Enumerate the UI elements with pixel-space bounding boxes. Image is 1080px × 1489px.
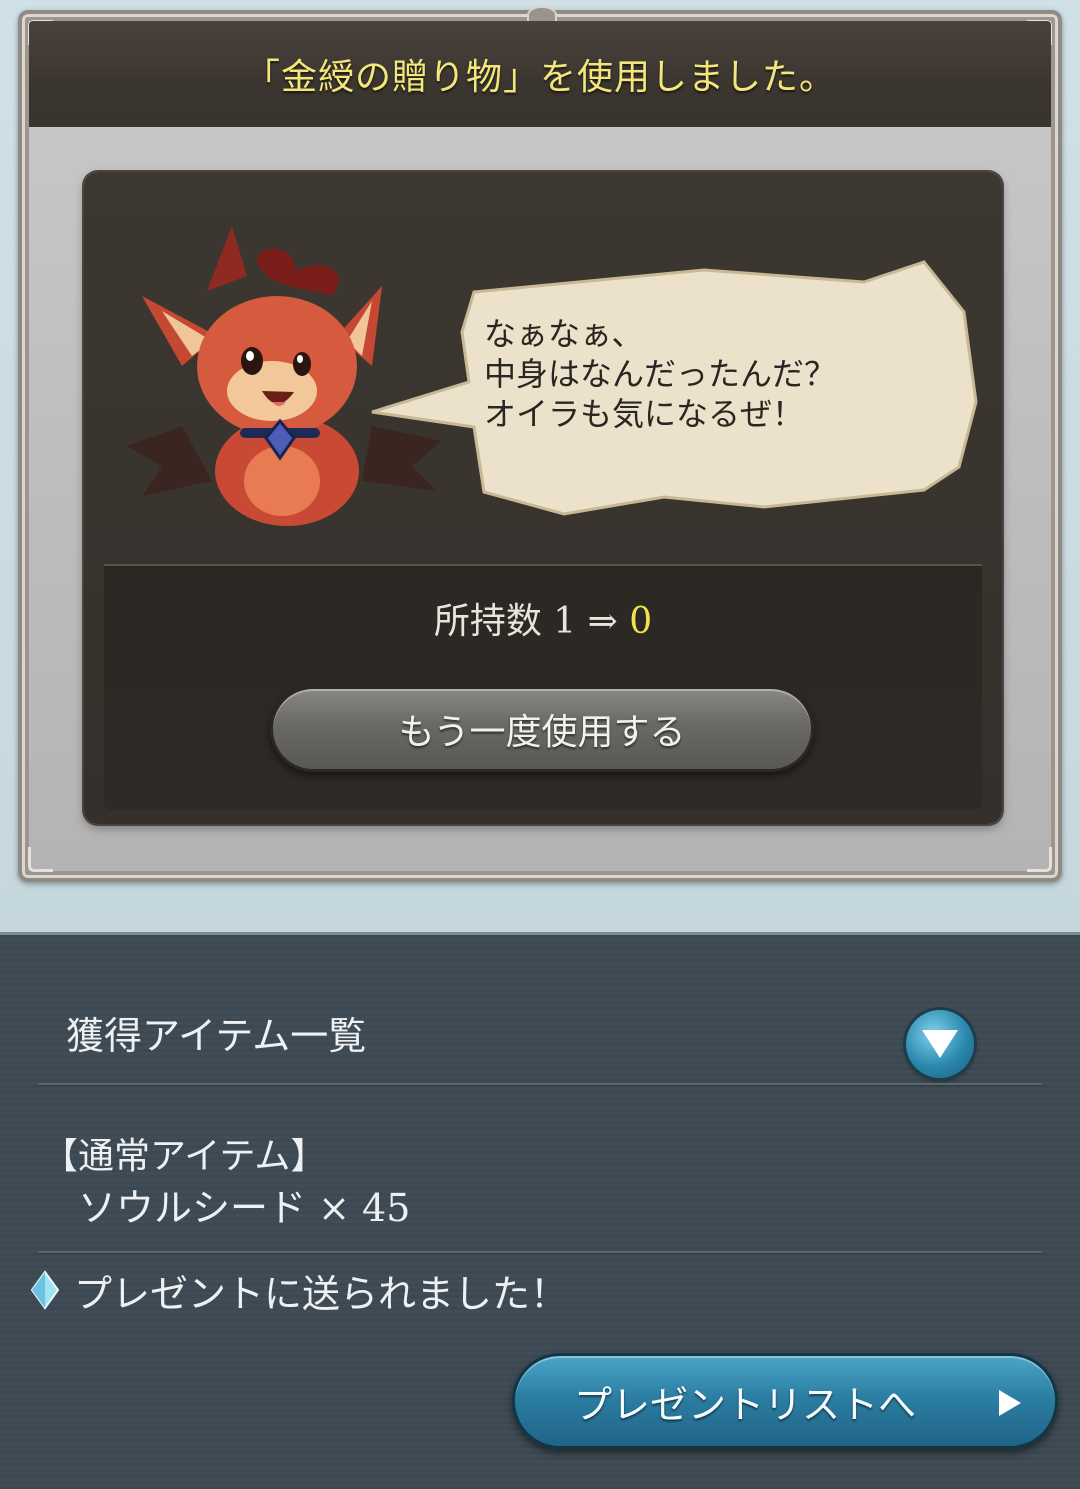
item-quantity: 45 [362, 1186, 411, 1230]
triangle-down-icon [922, 1030, 958, 1058]
count-before: 1 [553, 601, 577, 642]
results-divider [38, 1251, 1042, 1253]
present-list-label: プレゼントリストへ [573, 1382, 916, 1427]
speech-line: なぁなぁ、 [484, 315, 644, 353]
count-arrow: ⇒ [587, 601, 618, 642]
use-again-button[interactable]: もう一度使用する [270, 686, 814, 772]
dialog-title: 「金綬の贈り物」を使用しました。 [243, 57, 836, 98]
dialog-corner [28, 847, 53, 872]
category-label: 【通常アイテム】 [42, 1136, 327, 1177]
dialog-corner [1027, 847, 1052, 872]
speech-line: 中身はなんだったんだ？ [484, 355, 837, 393]
item-name: ソウルシード [78, 1186, 307, 1230]
diamond-icon [30, 1270, 60, 1310]
acquired-items-panel: 獲得アイテム一覧 【通常アイテム】 ソウルシード × 45 プレゼントに送られま… [0, 932, 1080, 1489]
results-divider [38, 1083, 1042, 1085]
count-label: 所持数 [433, 601, 542, 642]
expand-toggle-button[interactable] [906, 1010, 974, 1078]
dialog-header: 「金綬の贈り物」を使用しました。 [29, 21, 1051, 127]
count-after: 0 [629, 601, 653, 642]
item-entry: ソウルシード × 45 [78, 1177, 410, 1232]
speech-text: なぁなぁ、 中身はなんだったんだ？ オイラも気になるぜ！ [484, 314, 944, 434]
item-use-dialog: 「金綬の贈り物」を使用しました。 なぁなぁ、 中身はなんだったんだ？ オイラも気… [18, 6, 1062, 882]
item-count-row: 所持数 1 ⇒ 0 [84, 592, 1002, 644]
sent-notice: プレゼントに送られました！ [30, 1265, 569, 1316]
acquired-items-header: 獲得アイテム一覧 [66, 1014, 367, 1058]
content-panel: なぁなぁ、 中身はなんだったんだ？ オイラも気になるぜ！ 所持数 1 ⇒ 0 も… [84, 172, 1002, 824]
speech-line: オイラも気になるぜ！ [484, 395, 805, 433]
item-multiplier: × [318, 1186, 350, 1230]
sent-message: プレゼントに送られました！ [74, 1271, 569, 1316]
panel-divider [104, 564, 982, 566]
present-list-button[interactable]: プレゼントリストへ [512, 1353, 1058, 1449]
use-again-label: もう一度使用する [398, 712, 686, 753]
play-arrow-icon [999, 1390, 1021, 1416]
